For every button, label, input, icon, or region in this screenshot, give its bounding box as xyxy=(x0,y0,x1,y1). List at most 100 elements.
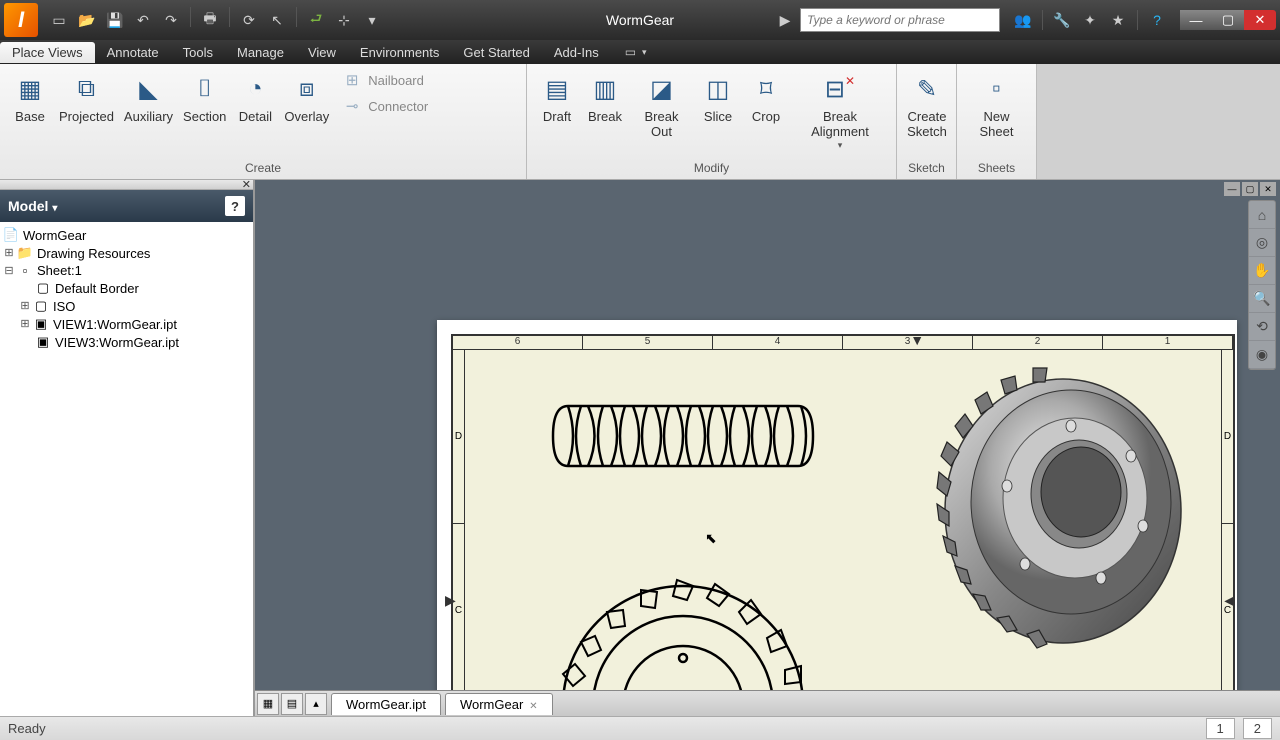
ribbon-group-modify: Modify xyxy=(527,159,896,179)
breakout-icon: ◪ xyxy=(643,70,681,108)
crop-button[interactable]: ⌑Crop xyxy=(742,68,790,127)
tab-environments[interactable]: Environments xyxy=(348,42,451,63)
tab-view[interactable]: View xyxy=(296,42,348,63)
orbit-icon[interactable]: ⟲ xyxy=(1249,313,1275,341)
select-icon[interactable]: ↖ xyxy=(264,7,290,33)
center-marker-icon: ▼ xyxy=(910,332,924,348)
tree-view1[interactable]: ⊞▣VIEW1:WormGear.ipt xyxy=(2,315,251,333)
breakout-button[interactable]: ◪Break Out xyxy=(629,68,694,142)
ruler-cell: 3▼ xyxy=(843,336,973,349)
app-icon[interactable]: I xyxy=(4,3,38,37)
maximize-button[interactable]: ▢ xyxy=(1212,10,1244,30)
model-tree: 📄WormGear ⊞📁Drawing Resources ⊟▫Sheet:1 … xyxy=(0,222,253,716)
redo-icon[interactable]: ↷ xyxy=(158,7,184,33)
tab-scroll-icon[interactable]: ▴ xyxy=(305,693,327,715)
drawing-canvas[interactable]: — ▢ ✕ ⌂ ◎ ✋ 🔍 ⟲ ◉ 6 5 4 3▼ 2 1 xyxy=(255,180,1280,716)
overlay-view-button[interactable]: ⧈Overlay xyxy=(279,68,334,127)
cascade-icon[interactable]: ▤ xyxy=(281,693,303,715)
save-icon[interactable]: 💾 xyxy=(102,7,128,33)
zoom-icon[interactable]: 🔍 xyxy=(1249,285,1275,313)
side-marker-left-icon: ▶ xyxy=(445,592,456,609)
tab-close-icon[interactable]: ✕ xyxy=(529,701,537,712)
page-2-button[interactable]: 2 xyxy=(1243,718,1272,739)
worm-top-view[interactable] xyxy=(543,396,823,476)
navigation-bar: ⌂ ◎ ✋ 🔍 ⟲ ◉ xyxy=(1248,200,1276,370)
base-view-button[interactable]: ▦Base xyxy=(6,68,54,127)
tree-view3[interactable]: ▣VIEW3:WormGear.ipt xyxy=(2,333,251,351)
favorite-icon[interactable]: ★ xyxy=(1105,7,1131,33)
print-icon[interactable]: 🖶 xyxy=(197,7,223,33)
gear-front-view[interactable] xyxy=(553,546,813,706)
qat-dropdown-icon[interactable]: ▾ xyxy=(359,7,385,33)
lookat-icon[interactable]: ◉ xyxy=(1249,341,1275,369)
browser-help-icon[interactable]: ? xyxy=(225,196,245,216)
status-text: Ready xyxy=(8,721,46,736)
gear-iso-view[interactable] xyxy=(933,366,1193,656)
draft-button[interactable]: ▤Draft xyxy=(533,68,581,127)
slice-button[interactable]: ◫Slice xyxy=(694,68,742,127)
slice-icon: ◫ xyxy=(699,70,737,108)
ruler-cell: 1 xyxy=(1103,336,1233,349)
create-sketch-button[interactable]: ✎Create Sketch xyxy=(903,68,951,142)
projected-view-button[interactable]: ⧉Projected xyxy=(54,68,119,127)
tab-tools[interactable]: Tools xyxy=(171,42,225,63)
new-icon[interactable]: ▭ xyxy=(46,7,72,33)
search-play-icon[interactable]: ▶ xyxy=(772,7,798,33)
steering-wheel-icon[interactable]: ◎ xyxy=(1249,229,1275,257)
browser-header[interactable]: Model ▾ ? xyxy=(0,190,253,222)
search-input[interactable] xyxy=(800,8,1000,32)
browser-close-icon[interactable]: ✕ xyxy=(242,178,251,191)
ruler-vcell: D xyxy=(1222,350,1233,524)
break-button[interactable]: ▥Break xyxy=(581,68,629,127)
tree-default-border[interactable]: ▢Default Border xyxy=(2,279,251,297)
tree-sheet[interactable]: ⊟▫Sheet:1 xyxy=(2,262,251,279)
draft-icon: ▤ xyxy=(538,70,576,108)
update-icon[interactable]: ⟳ xyxy=(236,7,262,33)
tab-place-views[interactable]: Place Views xyxy=(0,42,95,63)
break-icon: ▥ xyxy=(586,70,624,108)
home-view-icon[interactable]: ⌂ xyxy=(1249,201,1275,229)
ruler-vcell: D xyxy=(453,350,464,524)
sketch-icon: ✎ xyxy=(908,70,946,108)
tab-get-started[interactable]: Get Started xyxy=(451,42,541,63)
doc-tab-dwg[interactable]: WormGear✕ xyxy=(445,693,553,715)
break-alignment-button[interactable]: ⊟✕Break Alignment▾ xyxy=(790,68,890,153)
ribbon: ▦Base ⧉Projected ◣Auxiliary ⌷Section ◔De… xyxy=(0,64,1280,180)
measure-icon[interactable]: ⊹ xyxy=(331,7,357,33)
new-sheet-icon: ▫ xyxy=(978,70,1016,108)
page-1-button[interactable]: 1 xyxy=(1206,718,1235,739)
signin-icon[interactable]: 👥 xyxy=(1010,7,1036,33)
doc-restore-icon[interactable]: ▢ xyxy=(1242,182,1258,196)
help-icon[interactable]: ? xyxy=(1144,7,1170,33)
detail-view-button[interactable]: ◔Detail xyxy=(231,68,279,127)
tab-add-ins[interactable]: Add-Ins xyxy=(542,42,611,63)
return-icon[interactable]: ⮐ xyxy=(303,7,329,33)
open-icon[interactable]: 📂 xyxy=(74,7,100,33)
tile-icon[interactable]: ▦ xyxy=(257,693,279,715)
tool-icon[interactable]: 🔧 xyxy=(1049,7,1075,33)
tab-manage[interactable]: Manage xyxy=(225,42,296,63)
tree-root[interactable]: 📄WormGear xyxy=(2,226,251,244)
auxiliary-view-button[interactable]: ◣Auxiliary xyxy=(119,68,178,127)
undo-icon[interactable]: ↶ xyxy=(130,7,156,33)
drawing-sheet[interactable]: 6 5 4 3▼ 2 1 D C D C xyxy=(437,320,1237,700)
detail-icon: ◔ xyxy=(236,70,274,108)
tree-drawing-resources[interactable]: ⊞📁Drawing Resources xyxy=(2,244,251,262)
ruler-cell: 4 xyxy=(713,336,843,349)
ribbon-group-create: Create xyxy=(0,159,526,179)
section-view-button[interactable]: ⌷Section xyxy=(178,68,231,127)
minimize-button[interactable]: — xyxy=(1180,10,1212,30)
new-sheet-button[interactable]: ▫New Sheet xyxy=(963,68,1030,142)
tree-iso[interactable]: ⊞▢ISO xyxy=(2,297,251,315)
overlay-icon: ⧈ xyxy=(288,70,326,108)
pan-icon[interactable]: ✋ xyxy=(1249,257,1275,285)
appearance-dropdown-icon[interactable]: ▾ xyxy=(642,47,647,58)
doc-tab-ipt[interactable]: WormGear.ipt xyxy=(331,693,441,715)
close-button[interactable]: ✕ xyxy=(1244,10,1276,30)
tab-annotate[interactable]: Annotate xyxy=(95,42,171,63)
appearance-icon[interactable]: ▭ xyxy=(625,45,636,59)
ruler-vcell: C xyxy=(1222,524,1233,698)
doc-minimize-icon[interactable]: — xyxy=(1224,182,1240,196)
exchange-icon[interactable]: ✦ xyxy=(1077,7,1103,33)
doc-close-icon[interactable]: ✕ xyxy=(1260,182,1276,196)
